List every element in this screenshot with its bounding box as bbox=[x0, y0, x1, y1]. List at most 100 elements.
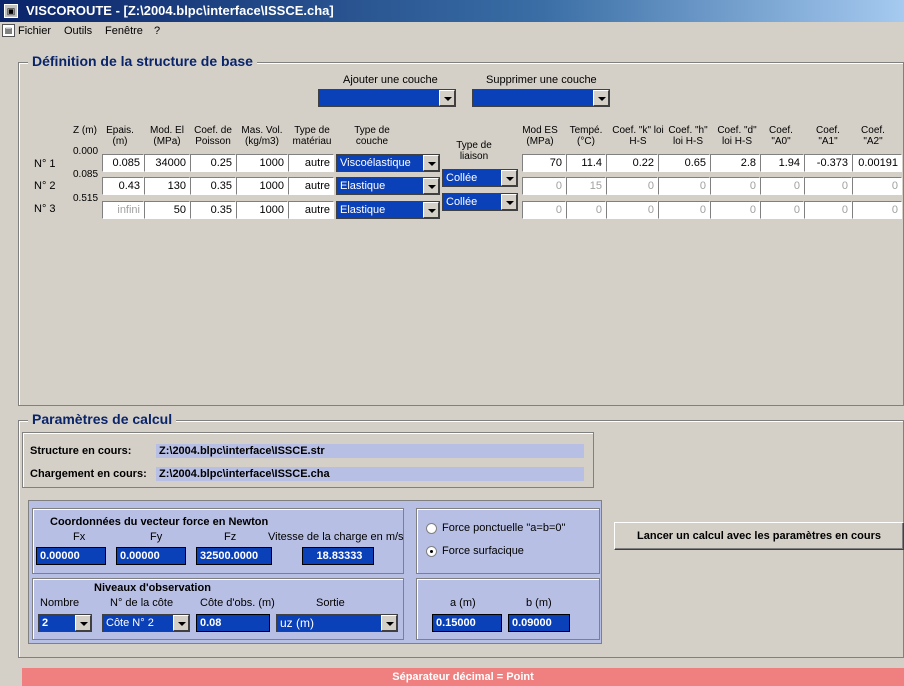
force-title: Coordonnées du vecteur force en Newton bbox=[50, 516, 269, 528]
nombre-select[interactable]: 2 bbox=[38, 614, 92, 632]
temp-field[interactable]: 15 bbox=[566, 177, 606, 195]
launch-calc-button[interactable]: Lancer un calcul avec les paramètres en … bbox=[614, 522, 904, 550]
radio-surfacique[interactable] bbox=[426, 546, 437, 557]
radio-ponctuelle[interactable] bbox=[426, 523, 437, 534]
row-label: N° 2 bbox=[34, 180, 56, 192]
chevron-down-icon[interactable] bbox=[381, 615, 397, 631]
row-label: N° 1 bbox=[34, 158, 56, 170]
epais-field[interactable]: 0.085 bbox=[102, 154, 144, 172]
niveaux-title: Niveaux d'observation bbox=[94, 582, 211, 594]
add-layer-select[interactable] bbox=[318, 89, 456, 107]
mod-field[interactable]: 34000 bbox=[144, 154, 190, 172]
chevron-down-icon[interactable] bbox=[423, 202, 439, 218]
sortie-select[interactable]: uz (m) bbox=[276, 614, 398, 632]
fy-label: Fy bbox=[150, 531, 163, 543]
cote-label: N° de la côte bbox=[110, 597, 174, 609]
mas-field[interactable]: 1000 bbox=[236, 154, 288, 172]
mat-field[interactable]: autre bbox=[288, 201, 334, 219]
k-field[interactable]: 0 bbox=[606, 201, 658, 219]
menu-fichier[interactable]: Fichier bbox=[18, 22, 51, 40]
poisson-field[interactable]: 0.35 bbox=[190, 201, 236, 219]
chevron-down-icon[interactable] bbox=[75, 615, 91, 631]
fz-input[interactable]: 32500.0000 bbox=[196, 547, 272, 565]
a2-field[interactable]: 0 bbox=[852, 177, 902, 195]
a2-field[interactable]: 0 bbox=[852, 201, 902, 219]
k-field[interactable]: 0.22 bbox=[606, 154, 658, 172]
remove-layer-select[interactable] bbox=[472, 89, 610, 107]
mas-field[interactable]: 1000 bbox=[236, 201, 288, 219]
mod-field[interactable]: 130 bbox=[144, 177, 190, 195]
a0-field[interactable]: 0 bbox=[760, 177, 804, 195]
fy-input[interactable]: 0.00000 bbox=[116, 547, 186, 565]
fx-input[interactable]: 0.00000 bbox=[36, 547, 106, 565]
chevron-down-icon[interactable] bbox=[423, 155, 439, 171]
a0-field[interactable]: 1.94 bbox=[760, 154, 804, 172]
menu-help[interactable]: ? bbox=[154, 22, 160, 40]
chevron-down-icon[interactable] bbox=[173, 615, 189, 631]
h-field[interactable]: 0 bbox=[658, 201, 710, 219]
couche-select[interactable]: Elastique bbox=[336, 201, 440, 219]
epais-field[interactable]: infini bbox=[102, 201, 144, 219]
modes-field[interactable]: 0 bbox=[522, 201, 566, 219]
liaison-select[interactable]: Collée bbox=[442, 169, 518, 187]
vitesse-input[interactable]: 18.83333 bbox=[302, 547, 374, 565]
b-input[interactable]: 0.09000 bbox=[508, 614, 570, 632]
mat-field[interactable]: autre bbox=[288, 154, 334, 172]
header-a0: Coef. "A0" bbox=[769, 125, 793, 147]
a1-field[interactable]: -0.373 bbox=[804, 154, 852, 172]
header-h: Coef. "h" loi H-S bbox=[668, 125, 708, 147]
a-label: a (m) bbox=[450, 597, 476, 609]
header-couche: Type de couche bbox=[354, 125, 390, 147]
header-epais: Epais. (m) bbox=[106, 125, 134, 147]
app-icon[interactable]: ▣ bbox=[4, 4, 18, 18]
liaison-select[interactable]: Collée bbox=[442, 193, 518, 211]
chevron-down-icon[interactable] bbox=[593, 90, 609, 106]
a0-field[interactable]: 0 bbox=[760, 201, 804, 219]
status-bar: Séparateur décimal = Point bbox=[22, 668, 904, 686]
header-mod: Mod. El (MPa) bbox=[150, 125, 184, 147]
modes-field[interactable]: 0 bbox=[522, 177, 566, 195]
z-value: 0.515 bbox=[73, 193, 99, 204]
vitesse-label: Vitesse de la charge en m/s bbox=[268, 531, 404, 543]
poisson-field[interactable]: 0.25 bbox=[190, 154, 236, 172]
chargement-label: Chargement en cours: bbox=[30, 468, 147, 480]
chevron-down-icon[interactable] bbox=[423, 178, 439, 194]
menu-fenetre[interactable]: Fenêtre bbox=[105, 22, 143, 40]
a1-field[interactable]: 0 bbox=[804, 177, 852, 195]
header-a1: Coef. "A1" bbox=[816, 125, 840, 147]
chevron-down-icon[interactable] bbox=[439, 90, 455, 106]
mas-field[interactable]: 1000 bbox=[236, 177, 288, 195]
header-mas: Mas. Vol. (kg/m3) bbox=[241, 125, 283, 147]
nombre-label: Nombre bbox=[40, 597, 80, 609]
header-liaison: Type de liaison bbox=[456, 140, 492, 162]
header-temp: Tempé. (°C) bbox=[569, 125, 603, 147]
row-label: N° 3 bbox=[34, 203, 56, 215]
chevron-down-icon[interactable] bbox=[501, 170, 517, 186]
mat-field[interactable]: autre bbox=[288, 177, 334, 195]
structure-title: Définition de la structure de base bbox=[28, 53, 257, 69]
d-field[interactable]: 2.8 bbox=[710, 154, 760, 172]
cote-select[interactable]: Côte N° 2 bbox=[102, 614, 190, 632]
calcul-title: Paramètres de calcul bbox=[28, 411, 177, 427]
menu-bar: ▤ Fichier Outils Fenêtre ? bbox=[0, 22, 904, 40]
a1-field[interactable]: 0 bbox=[804, 201, 852, 219]
d-field[interactable]: 0 bbox=[710, 177, 760, 195]
d-field[interactable]: 0 bbox=[710, 201, 760, 219]
epais-field[interactable]: 0.43 bbox=[102, 177, 144, 195]
a-input[interactable]: 0.15000 bbox=[432, 614, 502, 632]
document-icon[interactable]: ▤ bbox=[2, 24, 15, 37]
h-field[interactable]: 0.65 bbox=[658, 154, 710, 172]
couche-select[interactable]: Viscoélastique bbox=[336, 154, 440, 172]
temp-field[interactable]: 0 bbox=[566, 201, 606, 219]
h-field[interactable]: 0 bbox=[658, 177, 710, 195]
mod-field[interactable]: 50 bbox=[144, 201, 190, 219]
poisson-field[interactable]: 0.35 bbox=[190, 177, 236, 195]
modes-field[interactable]: 70 bbox=[522, 154, 566, 172]
a2-field[interactable]: 0.00191 bbox=[852, 154, 902, 172]
chevron-down-icon[interactable] bbox=[501, 194, 517, 210]
menu-outils[interactable]: Outils bbox=[64, 22, 92, 40]
temp-field[interactable]: 11.4 bbox=[566, 154, 606, 172]
k-field[interactable]: 0 bbox=[606, 177, 658, 195]
cote-obs-input[interactable]: 0.08 bbox=[196, 614, 270, 632]
couche-select[interactable]: Elastique bbox=[336, 177, 440, 195]
